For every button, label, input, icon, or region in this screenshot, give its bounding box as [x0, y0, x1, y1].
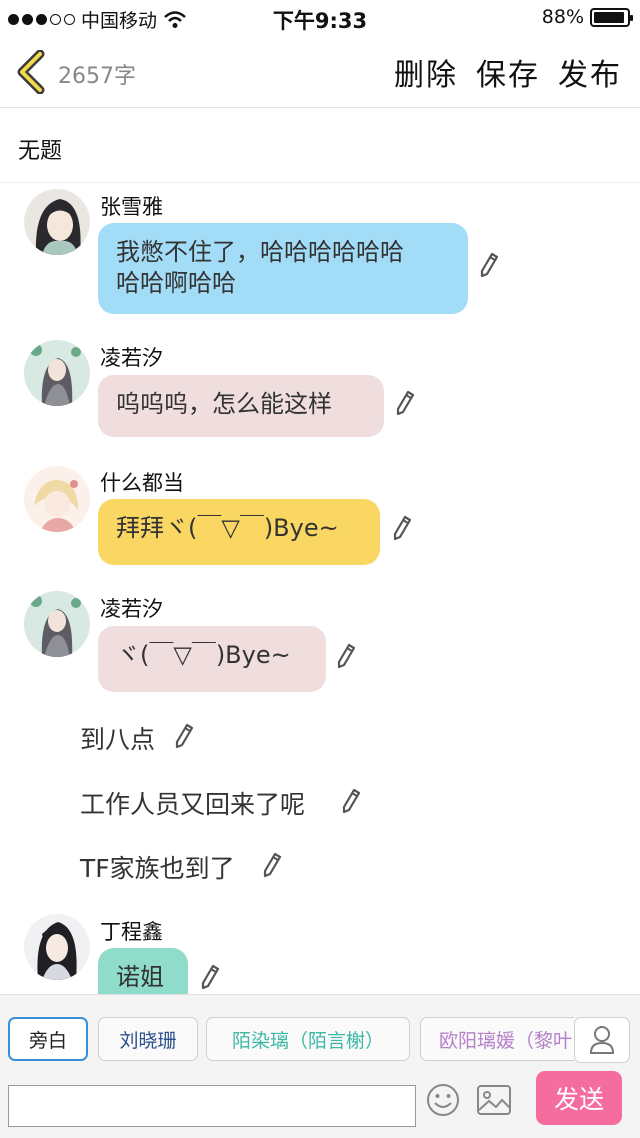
avatar[interactable]	[24, 914, 90, 980]
sender-name: 张雪雅	[100, 195, 163, 219]
message-bubble[interactable]: 我憋不住了，哈哈哈哈哈哈 哈哈啊哈哈	[98, 223, 468, 314]
nav-bar: 2657字 删除 保存 发布	[0, 36, 640, 108]
emoji-icon[interactable]	[426, 1083, 460, 1117]
message-line: 呜呜呜，怎么能这样	[116, 390, 332, 418]
word-count: 2657字	[58, 64, 136, 89]
message-bubble[interactable]: 呜呜呜，怎么能这样	[98, 375, 384, 437]
pencil-icon[interactable]	[336, 643, 356, 669]
pencil-icon[interactable]	[262, 852, 282, 878]
nav-actions: 删除 保存 发布	[394, 50, 622, 94]
role-tab[interactable]: 陌染璃（陌言榭）	[206, 1017, 410, 1061]
message-bubble[interactable]: ヾ(￣▽￣)Bye~	[98, 626, 326, 692]
sender-name: 什么都当	[100, 471, 184, 495]
sender-name: 丁程鑫	[100, 920, 163, 944]
avatar[interactable]	[24, 340, 90, 406]
battery-percent: 88%	[541, 6, 584, 28]
pencil-icon[interactable]	[174, 723, 194, 749]
role-tab-label: 刘晓珊	[119, 1029, 177, 1052]
person-icon	[589, 1026, 615, 1054]
manage-roles-button[interactable]	[574, 1017, 630, 1063]
pencil-icon[interactable]	[479, 252, 499, 278]
delete-button[interactable]: 删除	[394, 50, 458, 94]
role-tab-label: 欧阳璃媛（黎叶	[439, 1029, 573, 1052]
sender-name: 凌若汐	[100, 597, 163, 621]
pencil-icon[interactable]	[341, 788, 361, 814]
story-title-row[interactable]: 无题	[0, 109, 640, 183]
pencil-icon[interactable]	[395, 390, 415, 416]
message-line: 我憋不住了，哈哈哈哈哈哈	[116, 238, 404, 266]
narration-text[interactable]: TF家族也到了	[80, 849, 235, 885]
battery-icon	[590, 7, 633, 27]
image-icon[interactable]	[476, 1083, 512, 1117]
status-bar: 中国移动 下午9:33 88%	[0, 0, 640, 36]
pencil-icon[interactable]	[200, 964, 220, 990]
send-button[interactable]: 发送	[536, 1071, 622, 1125]
message-line: ヾ(￣▽￣)Bye~	[116, 641, 291, 669]
save-button[interactable]: 保存	[476, 50, 540, 94]
role-tab[interactable]: 欧阳璃媛（黎叶	[420, 1017, 574, 1061]
role-tab-label: 旁白	[28, 1029, 67, 1052]
story-title: 无题	[18, 139, 63, 164]
narration-text[interactable]: 到八点	[80, 720, 155, 756]
message-line: 哈哈啊哈哈	[116, 269, 236, 298]
message-line: 诺姐	[116, 963, 164, 991]
message-input[interactable]	[8, 1085, 416, 1127]
battery-status: 88%	[541, 6, 633, 28]
message-bubble[interactable]: 拜拜ヾ(￣▽￣)Bye~	[98, 499, 380, 565]
back-chevron-icon[interactable]	[14, 50, 50, 94]
pencil-icon[interactable]	[392, 515, 412, 541]
role-tab-label: 陌染璃（陌言榭）	[231, 1029, 384, 1052]
avatar[interactable]	[24, 466, 90, 532]
composer-panel: 旁白 刘晓珊 陌染璃（陌言榭） 欧阳璃媛（黎叶 发送	[0, 994, 640, 1138]
narration-text[interactable]: 工作人员又回来了呢	[80, 785, 305, 821]
role-tab-narrator[interactable]: 旁白	[8, 1017, 88, 1061]
role-tab[interactable]: 刘晓珊	[98, 1017, 198, 1061]
message-bubble[interactable]: 诺姐	[98, 948, 188, 994]
sender-name: 凌若汐	[100, 346, 163, 370]
avatar[interactable]	[24, 591, 90, 657]
avatar[interactable]	[24, 189, 90, 255]
role-selector: 旁白 刘晓珊 陌染璃（陌言榭） 欧阳璃媛（黎叶	[0, 1017, 574, 1063]
chat-area[interactable]: 张雪雅 我憋不住了，哈哈哈哈哈哈 哈哈啊哈哈 凌若汐 呜呜呜，怎么能这样 什么都…	[0, 184, 640, 994]
message-line: 拜拜ヾ(￣▽￣)Bye~	[116, 514, 339, 542]
publish-button[interactable]: 发布	[558, 50, 622, 94]
